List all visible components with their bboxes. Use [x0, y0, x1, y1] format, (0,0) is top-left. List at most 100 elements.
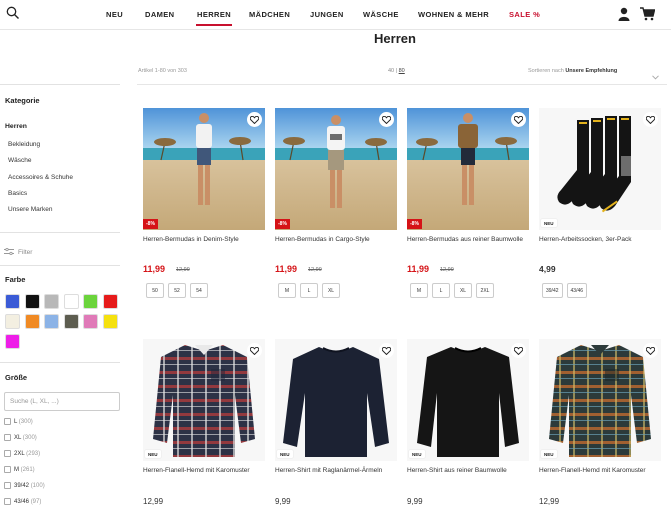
- size-options: 39/42 43/46: [542, 283, 588, 298]
- nav-item-waesche[interactable]: WÄSCHE: [363, 10, 399, 19]
- product-image[interactable]: NEU: [143, 339, 265, 461]
- sort-label: Sortieren nach: [528, 68, 564, 74]
- page-title: Herren: [374, 31, 416, 46]
- size-chip[interactable]: 43/46: [566, 283, 588, 298]
- product-name[interactable]: Herren-Bermudas in Denim-Style: [143, 235, 265, 244]
- new-badge: NEU: [409, 450, 425, 458]
- color-swatch[interactable]: [5, 314, 20, 329]
- product-image[interactable]: NEU: [539, 339, 661, 461]
- color-swatch[interactable]: [24, 314, 40, 329]
- old-price: 12,99: [308, 267, 322, 273]
- size-chip[interactable]: XL: [454, 283, 472, 298]
- color-swatch[interactable]: [83, 314, 98, 329]
- product-image[interactable]: NEU: [539, 108, 661, 230]
- product-image[interactable]: NEU: [407, 339, 529, 461]
- user-icon[interactable]: [618, 7, 632, 21]
- color-swatch[interactable]: [102, 314, 118, 329]
- checkbox[interactable]: [4, 466, 11, 473]
- product-name[interactable]: Herren-Flanell-Hemd mit Karomuster: [143, 466, 265, 475]
- cart-icon[interactable]: [640, 7, 656, 21]
- size-chip[interactable]: 2XL: [476, 283, 494, 298]
- wishlist-heart-icon[interactable]: [643, 343, 658, 358]
- product-name[interactable]: Herren-Flanell-Hemd mit Karomuster: [539, 466, 661, 475]
- color-swatch[interactable]: [63, 314, 79, 329]
- size-option-43-46[interactable]: 43/46 (97): [4, 498, 41, 505]
- product-image[interactable]: -8%: [275, 108, 397, 230]
- discount-badge: -8%: [275, 219, 290, 229]
- product-image[interactable]: NEU: [275, 339, 397, 461]
- product-name[interactable]: Herren-Shirt aus reiner Baumwolle: [407, 466, 529, 475]
- size-option-39-42[interactable]: 39/42 (100): [4, 482, 45, 489]
- category-item-bekleidung[interactable]: Bekleidung: [8, 141, 40, 148]
- color-swatch[interactable]: [63, 294, 79, 309]
- size-option-l[interactable]: L (300): [4, 418, 33, 425]
- size-search-input[interactable]: [4, 392, 120, 411]
- product-name[interactable]: Herren-Bermudas aus reiner Baumwolle: [407, 235, 529, 244]
- color-swatch[interactable]: [44, 314, 59, 329]
- size-chip[interactable]: XL: [322, 283, 340, 298]
- filter-toggle[interactable]: Filter: [4, 247, 32, 257]
- article-count: Artikel 1-80 von 303: [138, 68, 187, 74]
- size-chip[interactable]: 39/42: [542, 283, 563, 298]
- color-swatch[interactable]: [102, 294, 118, 309]
- per-page-selector: 40 | 80: [388, 68, 405, 74]
- checkbox[interactable]: [4, 418, 11, 425]
- product-price: 11,99: [143, 264, 166, 274]
- nav-item-neu[interactable]: NEU: [106, 10, 123, 19]
- checkbox[interactable]: [4, 482, 11, 489]
- nav-item-herren[interactable]: HERREN: [195, 10, 233, 26]
- category-current[interactable]: Herren: [5, 123, 27, 130]
- new-badge: NEU: [541, 219, 557, 227]
- size-chip[interactable]: 50: [146, 283, 164, 298]
- nav-item-damen[interactable]: DAMEN: [145, 10, 175, 19]
- size-chip[interactable]: M: [410, 283, 428, 298]
- size-heading: Größe: [5, 373, 28, 382]
- product-price: 12,99: [539, 497, 560, 506]
- product-image[interactable]: -8%: [143, 108, 265, 230]
- per-page-option-80[interactable]: 80: [399, 68, 405, 74]
- color-swatch[interactable]: [44, 294, 59, 309]
- size-chip[interactable]: L: [300, 283, 318, 298]
- main-nav: NEU DAMEN HERREN MÄDCHEN JUNGEN WÄSCHE W…: [0, 0, 671, 30]
- product-name[interactable]: Herren-Shirt mit Raglanärmel-Ärmeln: [275, 466, 397, 475]
- size-chip[interactable]: M: [278, 283, 296, 298]
- wishlist-heart-icon[interactable]: [247, 343, 262, 358]
- nav-item-wohnen[interactable]: WOHNEN & MEHR: [418, 10, 489, 19]
- new-badge: NEU: [145, 450, 161, 458]
- sort-dropdown[interactable]: Sortieren nach Unsere Empfehlung: [528, 68, 617, 74]
- nav-item-jungen[interactable]: JUNGEN: [310, 10, 344, 19]
- size-option-xl[interactable]: XL (300): [4, 434, 37, 441]
- checkbox[interactable]: [4, 434, 11, 441]
- category-item-basics[interactable]: Basics: [8, 190, 27, 197]
- per-page-option-40[interactable]: 40: [388, 68, 394, 74]
- category-item-accessoires[interactable]: Accessoires & Schuhe: [8, 174, 73, 181]
- wishlist-heart-icon[interactable]: [511, 112, 526, 127]
- size-option-m[interactable]: M (261): [4, 466, 35, 473]
- color-swatch[interactable]: [83, 294, 98, 309]
- category-item-waesche[interactable]: Wäsche: [8, 157, 31, 164]
- color-heading: Farbe: [5, 275, 26, 284]
- wishlist-heart-icon[interactable]: [643, 112, 658, 127]
- wishlist-heart-icon[interactable]: [379, 343, 394, 358]
- nav-item-maedchen[interactable]: MÄDCHEN: [249, 10, 290, 19]
- wishlist-heart-icon[interactable]: [379, 112, 394, 127]
- size-chip[interactable]: 52: [168, 283, 186, 298]
- color-swatch[interactable]: [5, 334, 20, 349]
- product-name[interactable]: Herren-Bermudas in Cargo-Style: [275, 235, 397, 244]
- sidebar-divider: [0, 362, 120, 363]
- nav-item-sale[interactable]: SALE %: [509, 10, 540, 19]
- color-swatch[interactable]: [5, 294, 20, 309]
- sidebar-divider: [0, 232, 120, 233]
- size-chip[interactable]: L: [432, 283, 450, 298]
- chevron-down-icon[interactable]: [652, 67, 659, 85]
- size-chip[interactable]: 54: [190, 283, 208, 298]
- checkbox[interactable]: [4, 498, 11, 505]
- color-swatch[interactable]: [24, 294, 40, 309]
- product-name[interactable]: Herren-Arbeitssocken, 3er-Pack: [539, 235, 661, 244]
- size-option-2xl[interactable]: 2XL (293): [4, 450, 40, 457]
- checkbox[interactable]: [4, 450, 11, 457]
- category-item-marken[interactable]: Unsere Marken: [8, 206, 52, 213]
- wishlist-heart-icon[interactable]: [511, 343, 526, 358]
- product-image[interactable]: -8%: [407, 108, 529, 230]
- wishlist-heart-icon[interactable]: [247, 112, 262, 127]
